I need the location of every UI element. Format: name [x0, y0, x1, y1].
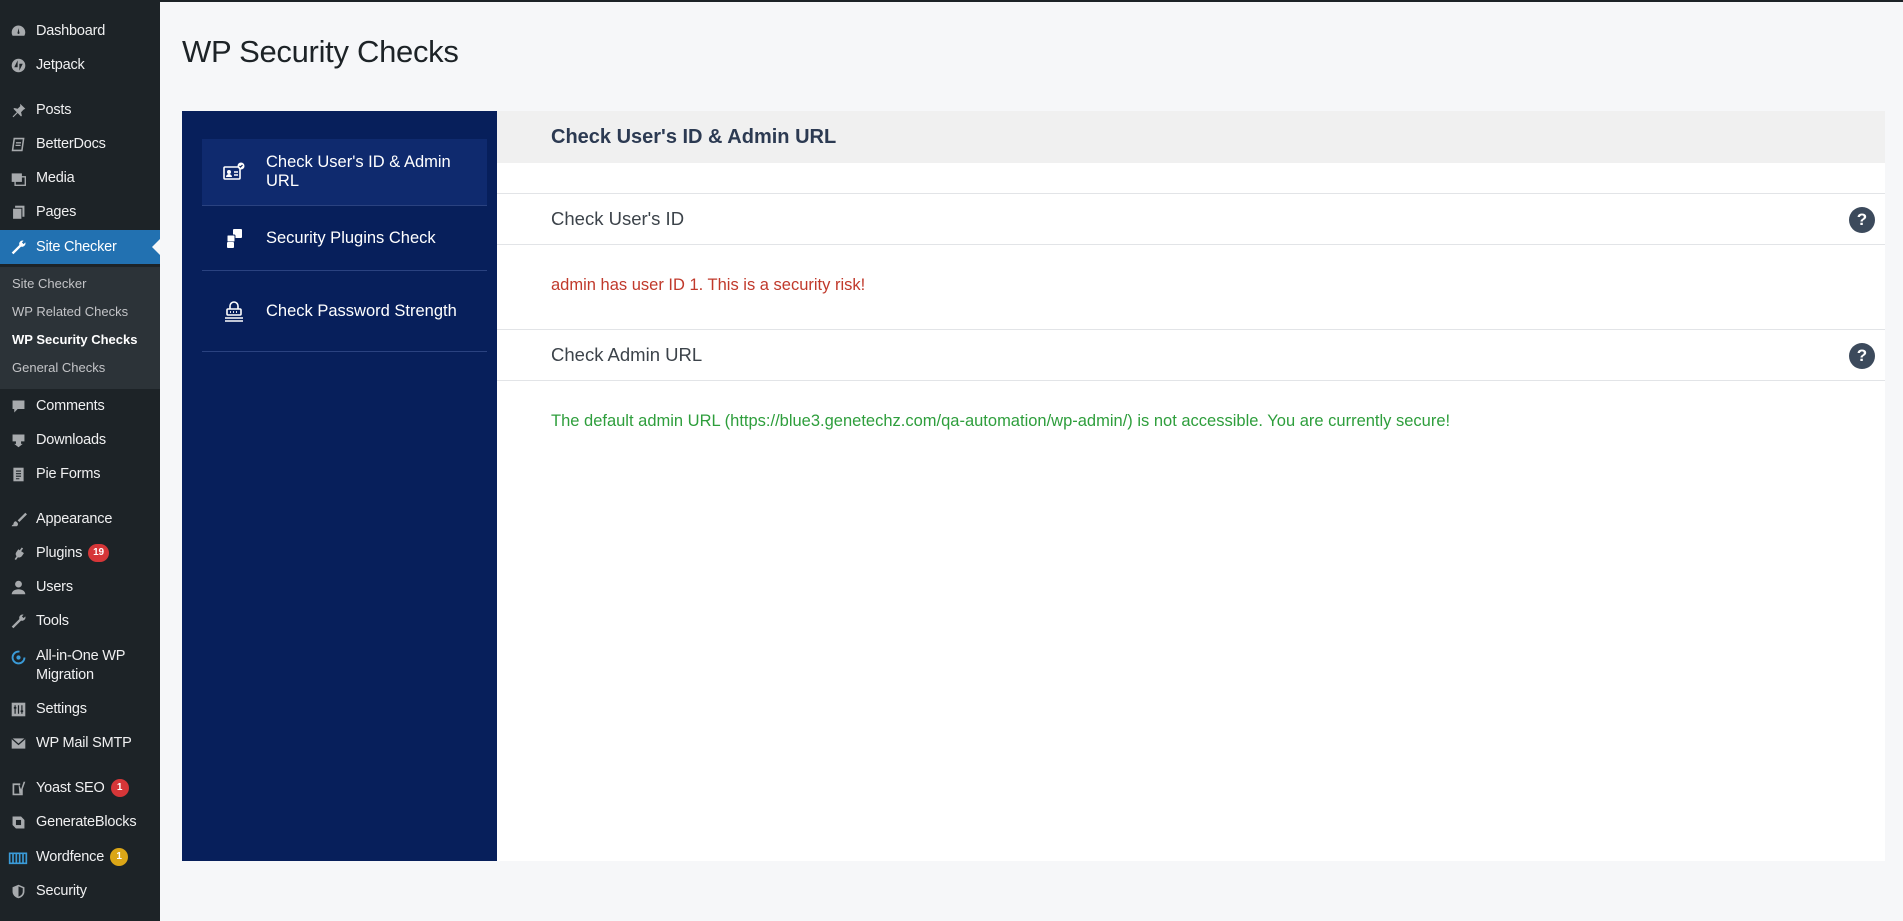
menu-item-wordfence[interactable]: Wordfence 1	[0, 840, 160, 874]
section-title: Check User's ID	[551, 208, 685, 229]
password-lock-icon	[202, 300, 266, 322]
yoast-notification-badge: 1	[110, 779, 129, 797]
menu-label: Wordfence	[36, 849, 105, 865]
menu-label: Jetpack	[36, 57, 85, 73]
tools-icon	[0, 613, 36, 630]
comment-icon	[0, 398, 36, 415]
plug-icon	[0, 545, 36, 562]
id-card-icon	[202, 162, 266, 182]
menu-label: GenerateBlocks	[36, 814, 137, 830]
forms-icon	[0, 466, 36, 483]
submenu-item-site-checker[interactable]: Site Checker	[12, 276, 86, 291]
download-icon	[0, 432, 36, 449]
menu-label: BetterDocs	[36, 136, 106, 152]
section-check-users-id: Check User's ID ?	[497, 193, 1885, 245]
plugins-blocks-icon	[202, 228, 266, 248]
site-checker-submenu: Site Checker WP Related Checks WP Securi…	[0, 267, 160, 389]
content-header: Check User's ID & Admin URL	[497, 111, 1885, 163]
plugins-update-badge: 19	[88, 544, 109, 562]
menu-label: Plugins	[36, 545, 83, 561]
tab-check-password-strength[interactable]: Check Password Strength	[202, 271, 487, 352]
tab-label: Security Plugins Check	[266, 228, 436, 247]
user-icon	[0, 579, 36, 596]
menu-item-all-in-one-wp-migration[interactable]: All-in-One WP Migration	[0, 641, 160, 689]
menu-label: Security	[36, 883, 87, 899]
brush-icon	[0, 511, 36, 528]
menu-item-plugins[interactable]: Plugins 19	[0, 536, 160, 570]
wrench-icon	[0, 239, 36, 256]
menu-label: Appearance	[36, 511, 113, 527]
menu-label: Pie Forms	[36, 466, 101, 482]
menu-label: Dashboard	[36, 23, 106, 39]
wordfence-notification-badge: 1	[110, 848, 129, 866]
menu-item-comments[interactable]: Comments	[0, 389, 160, 423]
menu-item-appearance[interactable]: Appearance	[0, 502, 160, 536]
menu-item-jetpack[interactable]: Jetpack	[0, 48, 160, 82]
menu-item-yoast-seo[interactable]: Yoast SEO 1	[0, 771, 160, 805]
menu-label: Posts	[36, 102, 72, 118]
menu-item-security[interactable]: Security	[0, 874, 160, 908]
tab-label: Check User's ID & Admin URL	[266, 153, 451, 190]
checks-tab-nav: Check User's ID & Admin URL Security Plu…	[182, 111, 497, 861]
help-icon[interactable]: ?	[1849, 343, 1875, 369]
menu-label: Comments	[36, 398, 105, 414]
content-header-title: Check User's ID & Admin URL	[551, 126, 837, 148]
menu-label: Downloads	[36, 432, 106, 448]
blocks-icon	[0, 814, 36, 831]
submenu-item-general-checks[interactable]: General Checks	[12, 360, 105, 375]
menu-item-wp-mail-smtp[interactable]: WP Mail SMTP	[0, 726, 160, 760]
menu-label: Users	[36, 579, 73, 595]
media-icon	[0, 170, 36, 187]
menu-item-posts[interactable]: Posts	[0, 93, 160, 127]
admin-sidebar: Dashboard Jetpack Posts BetterDocs Media…	[0, 0, 160, 921]
dashboard-icon	[0, 23, 36, 40]
jetpack-icon	[0, 57, 36, 74]
menu-label: Tools	[36, 613, 69, 629]
menu-item-pages[interactable]: Pages	[0, 195, 160, 229]
section-title: Check Admin URL	[551, 344, 703, 365]
mail-icon	[0, 735, 36, 752]
menu-item-downloads[interactable]: Downloads	[0, 423, 160, 457]
menu-item-settings[interactable]: Settings	[0, 692, 160, 726]
help-icon[interactable]: ?	[1849, 207, 1875, 233]
menu-label: WP Mail SMTP	[36, 735, 132, 751]
check-content: Check User's ID & Admin URL Check User's…	[497, 111, 1885, 861]
section-check-admin-url: Check Admin URL ?	[497, 329, 1885, 381]
menu-label: Pages	[36, 204, 77, 220]
wordfence-icon	[0, 849, 36, 866]
user-id-result-message: admin has user ID 1. This is a security …	[551, 276, 866, 294]
menu-item-users[interactable]: Users	[0, 570, 160, 604]
tab-label: Check Password Strength	[266, 301, 457, 320]
menu-item-tools[interactable]: Tools	[0, 604, 160, 638]
yoast-icon	[0, 780, 36, 797]
menu-label: Media	[36, 170, 75, 186]
admin-bar-edge	[160, 0, 1903, 2]
menu-label: Settings	[36, 701, 87, 717]
menu-item-site-checker[interactable]: Site Checker	[0, 230, 160, 264]
menu-item-betterdocs[interactable]: BetterDocs	[0, 127, 160, 161]
menu-item-media[interactable]: Media	[0, 161, 160, 195]
submenu-item-wp-related-checks[interactable]: WP Related Checks	[12, 304, 128, 319]
docs-icon	[0, 136, 36, 153]
security-checks-panel: Check User's ID & Admin URL Security Plu…	[182, 111, 1885, 861]
settings-icon	[0, 701, 36, 718]
admin-url-result-message: The default admin URL (https://blue3.gen…	[551, 412, 1451, 430]
migration-icon	[0, 647, 36, 666]
tab-check-users-id-admin-url[interactable]: Check User's ID & Admin URL	[202, 139, 487, 206]
menu-item-generateblocks[interactable]: GenerateBlocks	[0, 805, 160, 839]
pin-icon	[0, 102, 36, 119]
menu-item-pie-forms[interactable]: Pie Forms	[0, 457, 160, 491]
shield-icon	[0, 883, 36, 900]
menu-label: Site Checker	[36, 239, 117, 255]
menu-label: Yoast SEO	[36, 780, 105, 796]
menu-label: All-in-One WP Migration	[36, 648, 125, 683]
menu-item-dashboard[interactable]: Dashboard	[0, 14, 160, 48]
page-title: WP Security Checks	[182, 34, 459, 69]
tab-security-plugins-check[interactable]: Security Plugins Check	[202, 206, 487, 271]
submenu-item-wp-security-checks[interactable]: WP Security Checks	[12, 332, 137, 347]
pages-icon	[0, 204, 36, 221]
